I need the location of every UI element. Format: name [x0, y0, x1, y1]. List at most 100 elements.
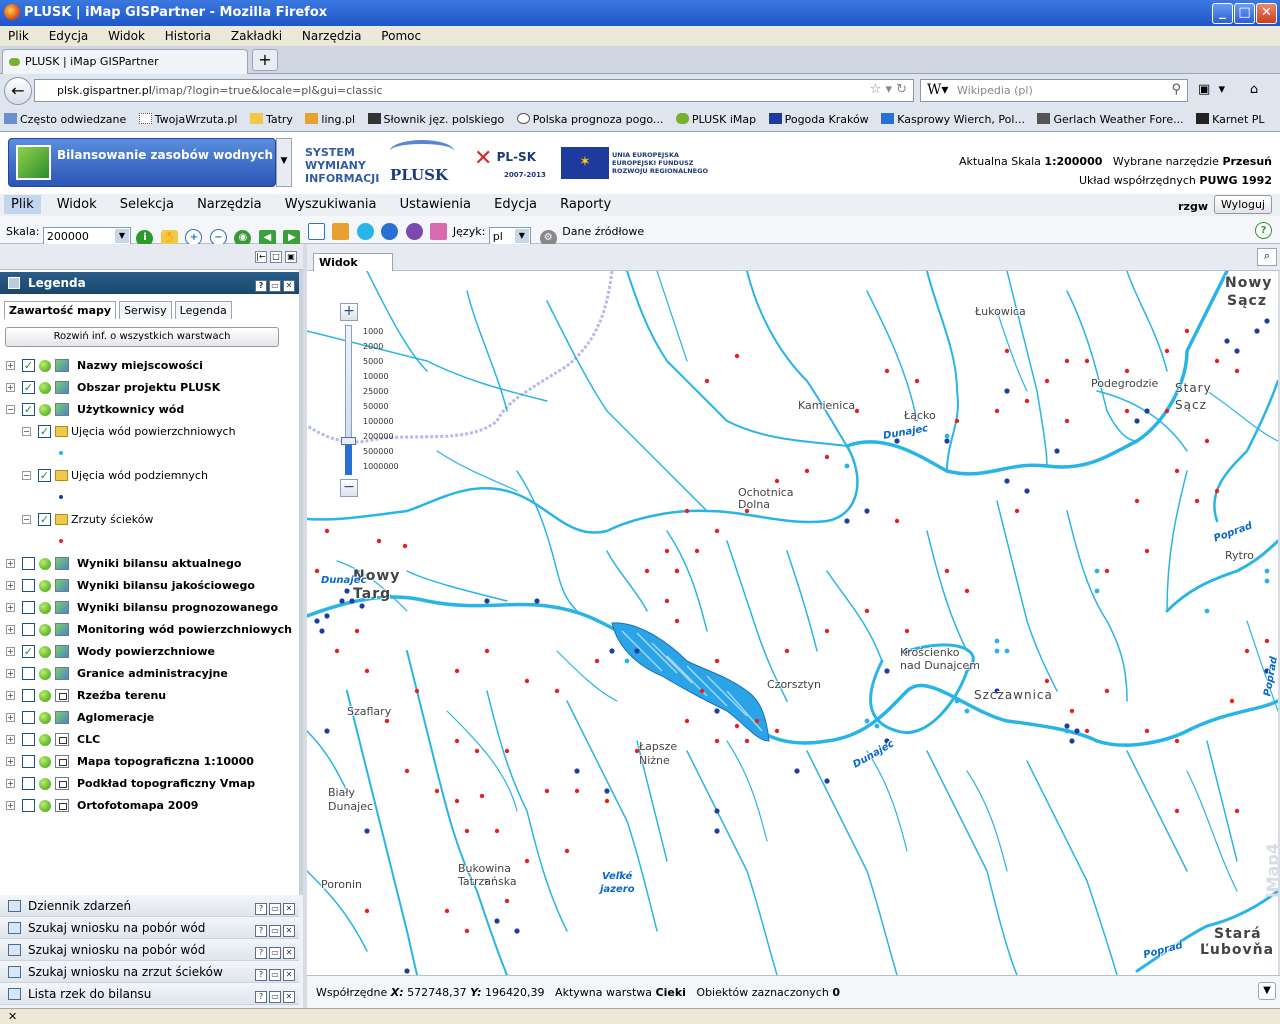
bookmark-item[interactable]: Karnet PL — [1196, 113, 1265, 126]
map-point[interactable] — [359, 603, 365, 609]
map-point[interactable] — [364, 908, 370, 914]
map-point[interactable] — [334, 648, 340, 654]
map-point[interactable] — [414, 688, 420, 694]
map-point[interactable] — [994, 638, 1000, 644]
map-point[interactable] — [699, 688, 705, 694]
map-point[interactable] — [344, 588, 350, 594]
map-point[interactable] — [1174, 468, 1180, 474]
map-point[interactable] — [404, 768, 410, 774]
map-point[interactable] — [376, 538, 382, 544]
map-point[interactable] — [754, 718, 760, 724]
map-point[interactable] — [564, 848, 570, 854]
layer-checkbox[interactable] — [22, 557, 35, 570]
map-point[interactable] — [784, 648, 790, 654]
app-module-selector[interactable]: Bilansowanie zasobów wodnych — [8, 138, 276, 187]
layer-checkbox[interactable] — [22, 579, 35, 592]
map-point[interactable] — [354, 628, 360, 634]
map-point[interactable] — [494, 918, 500, 924]
map-point[interactable] — [994, 408, 1000, 414]
layer-row[interactable]: + ✓ Obszar projektu PLUSK — [6, 380, 296, 398]
help-icon[interactable]: ? — [255, 969, 267, 981]
close-icon[interactable]: ✕ — [283, 903, 295, 915]
layer-checkbox[interactable] — [22, 755, 35, 768]
panel-dziennik-zdarzen[interactable]: Dziennik zdarzeń? ▭ ✕ — [0, 895, 299, 917]
map-point[interactable] — [339, 598, 345, 604]
map-point[interactable] — [864, 608, 870, 614]
map-point[interactable] — [504, 748, 510, 754]
menu-edycja[interactable]: Edycja — [49, 29, 89, 43]
panel-szukaj-pobor[interactable]: Szukaj wniosku na pobór wód? ▭ ✕ — [0, 939, 299, 961]
tab-legenda[interactable]: Legenda — [174, 301, 232, 319]
layer-checkbox[interactable]: ✓ — [22, 403, 35, 416]
map-point[interactable] — [574, 788, 580, 794]
map-point[interactable] — [609, 648, 615, 654]
map-point[interactable] — [1144, 408, 1150, 414]
map-point[interactable] — [944, 568, 950, 574]
chart-icon[interactable] — [430, 223, 448, 240]
collapse-icon[interactable]: − — [6, 405, 15, 414]
language-select[interactable]: pl ▼ — [488, 227, 531, 245]
restore-icon[interactable]: ▭ — [269, 903, 281, 915]
map-point[interactable] — [774, 478, 780, 484]
map-point[interactable] — [524, 858, 530, 864]
map-point[interactable] — [1204, 438, 1210, 444]
map-point[interactable] — [484, 598, 490, 604]
map-point[interactable] — [684, 508, 690, 514]
zoom-in-button[interactable]: + — [340, 303, 358, 321]
sublayer-row[interactable]: − ✓ Ujęcia wód podziemnych — [22, 468, 292, 486]
map-point[interactable] — [864, 718, 870, 724]
scale-select[interactable]: 200000 ▼ — [42, 227, 131, 245]
app-menu-narzedzia[interactable]: Narzędzia — [190, 195, 269, 214]
tab-serwisy[interactable]: Serwisy — [119, 301, 172, 319]
layer-checkbox[interactable] — [22, 777, 35, 790]
bookmark-item[interactable]: Pogoda Kraków — [768, 113, 869, 126]
map-point[interactable] — [404, 968, 410, 974]
map-point[interactable] — [1164, 348, 1170, 354]
restore-icon[interactable]: ▭ — [269, 991, 281, 1003]
app-menu-raporty[interactable]: Raporty — [553, 195, 618, 214]
map-point[interactable] — [734, 353, 740, 359]
map-point[interactable] — [604, 798, 610, 804]
bookmark-item[interactable]: Kasprowy Wierch, Pol... — [881, 113, 1025, 126]
app-menu-ustawienia[interactable]: Ustawienia — [393, 195, 478, 214]
map-point[interactable] — [1214, 488, 1220, 494]
map-point[interactable] — [684, 718, 690, 724]
map-point[interactable] — [884, 668, 890, 674]
layer-row[interactable]: + Podkład topograficzny Vmap — [6, 776, 296, 794]
layer-row[interactable]: + Monitoring wód powierzchniowych — [6, 622, 296, 640]
map-point[interactable] — [324, 728, 330, 734]
app-menu-widok[interactable]: Widok — [50, 195, 104, 214]
map-point[interactable] — [1229, 698, 1235, 704]
panel-szukaj-pobor[interactable]: Szukaj wniosku na pobór wód? ▭ ✕ — [0, 917, 299, 939]
menu-plik[interactable]: Plik — [8, 29, 29, 43]
map-point[interactable] — [944, 438, 950, 444]
expand-icon[interactable]: + — [6, 691, 15, 700]
restore-icon[interactable]: ▭ — [269, 969, 281, 981]
map-point[interactable] — [1004, 348, 1010, 354]
minimize-button[interactable]: _ — [1212, 3, 1233, 24]
map-point[interactable] — [624, 658, 630, 664]
map-point[interactable] — [1174, 808, 1180, 814]
layer-row[interactable]: + CLC — [6, 732, 296, 750]
map-point[interactable] — [324, 528, 330, 534]
map-point[interactable] — [554, 688, 560, 694]
map-point[interactable] — [1124, 408, 1130, 414]
expand-icon[interactable]: + — [6, 625, 15, 634]
map-point[interactable] — [319, 628, 325, 634]
map-point[interactable] — [994, 648, 1000, 654]
bookmark-item[interactable]: PLUSK iMap — [675, 113, 756, 126]
map-point[interactable] — [714, 658, 720, 664]
expand-icon[interactable]: + — [6, 757, 15, 766]
map-point[interactable] — [314, 568, 320, 574]
map-point[interactable] — [464, 928, 470, 934]
map-point[interactable] — [434, 788, 440, 794]
map-point[interactable] — [1194, 498, 1200, 504]
map-point[interactable] — [1264, 318, 1270, 324]
addon-icons[interactable]: ▣ ▾ ⌂ — [1198, 82, 1258, 97]
bookmark-item[interactable]: ling.pl — [305, 113, 355, 126]
panel-szukaj-zrzut[interactable]: Szukaj wniosku na zrzut ścieków? ▭ ✕ — [0, 961, 299, 983]
layer-row[interactable]: + Rzeźba terenu — [6, 688, 296, 706]
map-point[interactable] — [914, 378, 920, 384]
map-point[interactable] — [474, 748, 480, 754]
map-point[interactable] — [1214, 358, 1220, 364]
